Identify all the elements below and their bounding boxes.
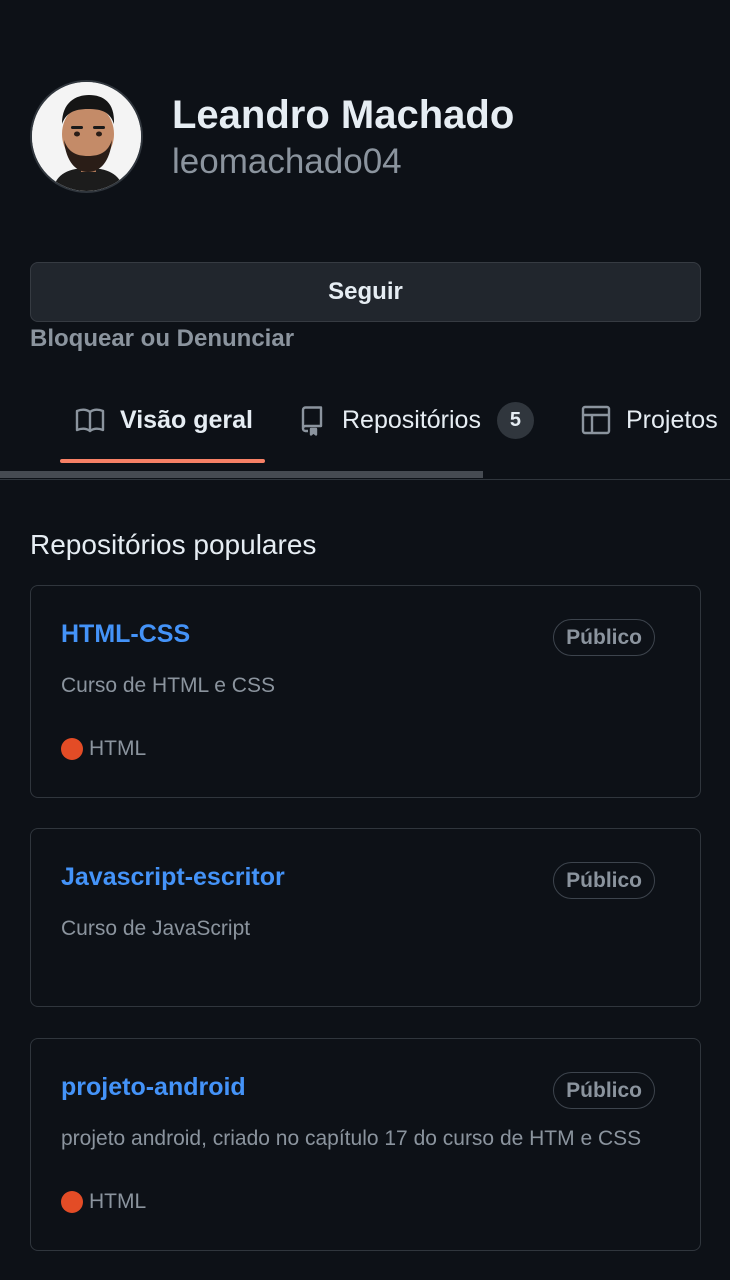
language-label: HTML [89, 1190, 147, 1213]
tab-label: Repositórios [342, 405, 481, 434]
language-color-dot [61, 1191, 83, 1213]
book-icon [74, 404, 106, 436]
profile-username: leomachado04 [172, 141, 402, 181]
table-icon [580, 404, 612, 436]
repo-description: Curso de HTML e CSS [61, 674, 275, 697]
visibility-badge: Público [553, 862, 655, 899]
repo-description: projeto android, criado no capítulo 17 d… [61, 1127, 642, 1150]
repo-card: projeto-android Público projeto android,… [30, 1038, 701, 1251]
follow-button[interactable]: Seguir [30, 262, 701, 322]
tab-label: Visão geral [120, 405, 253, 434]
repositories-count-badge: 5 [496, 401, 534, 439]
profile-header: Leandro Machado leomachado04 [30, 80, 514, 193]
tab-repositories[interactable]: Repositórios 5 [296, 400, 534, 440]
avatar[interactable] [30, 80, 143, 193]
profile-tabs: Visão geral Repositórios 5 Projetos [0, 380, 730, 480]
block-or-report-link[interactable]: Bloquear ou Denunciar [30, 325, 294, 353]
tabs-scrollbar[interactable] [0, 471, 483, 478]
repo-name-link[interactable]: projeto-android [61, 1073, 246, 1102]
repo-card: Javascript-escritor Público Curso de Jav… [30, 828, 701, 1007]
active-tab-indicator [60, 459, 265, 463]
repo-description: Curso de JavaScript [61, 917, 251, 940]
repo-icon [296, 404, 328, 436]
tab-label: Projetos [626, 405, 718, 434]
repo-card: HTML-CSS Público Curso de HTML e CSS HTM… [30, 585, 701, 798]
repo-name-link[interactable]: Javascript-escritor [61, 863, 285, 892]
tabs-divider [0, 479, 730, 480]
tab-projects[interactable]: Projetos [580, 400, 718, 440]
repo-name-link[interactable]: HTML-CSS [61, 620, 190, 649]
language-color-dot [61, 738, 83, 760]
avatar-image [32, 82, 141, 191]
profile-full-name: Leandro Machado [172, 92, 515, 137]
repo-language: HTML [61, 737, 146, 761]
visibility-badge: Público [553, 619, 655, 656]
popular-repositories-title: Repositórios populares [30, 529, 317, 560]
visibility-badge: Público [553, 1072, 655, 1109]
repo-language: HTML [61, 1190, 146, 1214]
tab-overview[interactable]: Visão geral [74, 400, 253, 440]
language-label: HTML [89, 737, 147, 760]
